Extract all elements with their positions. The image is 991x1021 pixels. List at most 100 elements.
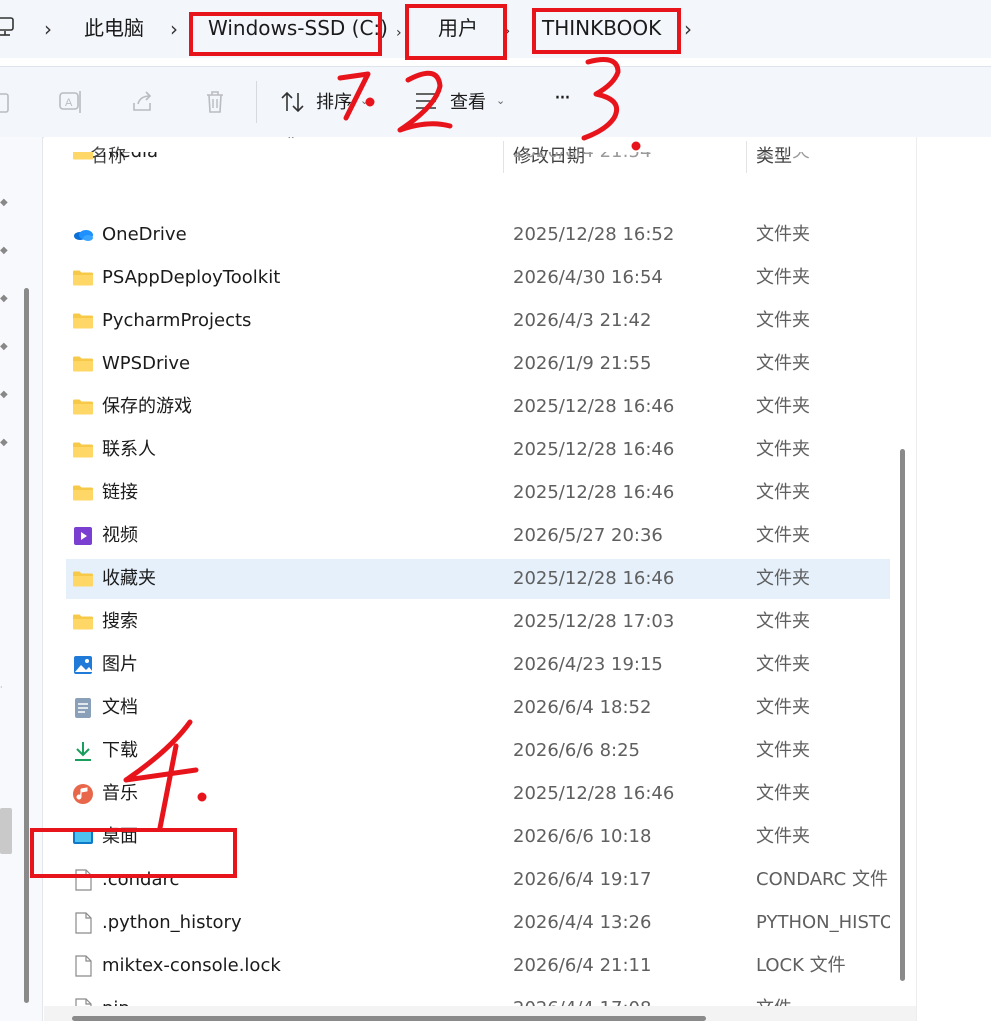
breadcrumb-this-pc[interactable]: 此电脑 [84,14,144,42]
chevron-down-icon[interactable]: ⌄ [496,94,505,107]
file-row[interactable]: media 2026/6/4 21:54 文件夹 [66,152,890,174]
vertical-scrollbar[interactable] [900,449,905,981]
file-type: 文件夹 [756,267,810,288]
folder-icon [72,611,94,633]
file-type: 文件夹 [756,568,810,589]
pin-icon[interactable]: ◆ [0,341,10,352]
file-name: OneDrive [102,224,187,245]
toolbar-separator [256,81,257,123]
rename-icon[interactable]: A [58,89,84,115]
file-type: PYTHON_HISTORY [756,912,890,933]
file-name: media [102,152,158,163]
share-icon[interactable] [130,89,156,115]
file-modified-date: 2025/12/28 16:52 [513,224,675,245]
annotation-box-thinkbook [532,8,681,54]
file-type: 文件夹 [756,152,890,163]
folder-icon [72,396,94,418]
annotation-box-users [405,4,507,60]
file-modified-date: 2026/6/4 21:11 [513,955,652,976]
view-icon[interactable] [414,89,440,115]
file-name: 收藏夹 [102,568,156,589]
file-modified-date: 2025/12/28 17:03 [513,611,675,632]
annotation-box-drive [189,12,382,56]
file-modified-date: 2025/12/28 16:46 [513,396,675,417]
onedrive-icon [72,224,94,246]
breadcrumb-chevron-icon[interactable]: › [396,19,402,47]
file-row[interactable]: 保存的游戏 2025/12/28 16:46 文件夹 [66,387,890,427]
file-modified-date: 2026/4/3 21:42 [513,310,652,331]
file-row[interactable]: 联系人 2025/12/28 16:46 文件夹 [66,430,890,470]
sort-ascending-icon: ⌃ [286,137,297,147]
file-row[interactable]: 音乐 2025/12/28 16:46 文件夹 [66,774,890,814]
folder-icon [72,439,94,461]
file-name: PSAppDeployToolkit [102,267,281,288]
file-row[interactable]: 收藏夹 2025/12/28 16:46 文件夹 [66,559,890,599]
file-row[interactable]: 下载 2026/6/6 8:25 文件夹 [66,731,890,771]
pin-icon[interactable]: · [0,683,10,693]
file-type: 文件夹 [756,740,810,761]
horizontal-scrollbar[interactable] [72,1016,706,1021]
file-type: 文件夹 [756,826,810,847]
file-row[interactable]: PycharmProjects 2026/4/3 21:42 文件夹 [66,301,890,341]
file-modified-date: 2026/4/23 19:15 [513,654,663,675]
pin-icon[interactable]: ◆ [0,245,10,256]
file-name: miktex-console.lock [102,955,281,976]
annotation-box-condarc [30,828,237,878]
pin-icon[interactable]: ◆ [0,197,10,208]
more-options-button[interactable]: ··· [554,87,571,111]
view-button[interactable]: 查看 [450,91,486,115]
file-name: WPSDrive [102,353,191,374]
file-row[interactable]: 图片 2026/4/23 19:15 文件夹 [66,645,890,685]
this-pc-icon[interactable] [0,16,18,38]
pin-icon[interactable]: ◆ [0,389,10,400]
music-icon [72,783,94,805]
pin-icon[interactable]: ◆ [0,293,10,304]
file-modified-date: 2025/12/28 16:46 [513,568,675,589]
file-row[interactable]: WPSDrive 2026/1/9 21:55 文件夹 [66,344,890,384]
file-modified-date: 2026/5/27 20:36 [513,525,663,546]
folder-icon [72,568,94,590]
file-modified-date: 2026/4/30 16:54 [513,267,663,288]
delete-icon[interactable] [202,89,228,115]
details-pane-edge [916,137,991,1021]
pictures-icon [72,654,94,676]
file-modified-date: 2025/12/28 16:46 [513,439,675,460]
file-modified-date: 2025/12/28 16:46 [513,783,675,804]
file-name: 搜索 [102,611,138,632]
file-modified-date: 2026/6/4 18:52 [513,697,652,718]
file-type: 文件夹 [756,783,810,804]
folder-icon [72,310,94,332]
file-row[interactable]: PSAppDeployToolkit 2026/4/30 16:54 文件夹 [66,258,890,298]
folder-icon [72,152,94,163]
file-type: 文件夹 [756,353,810,374]
file-modified-date: 2025/12/28 16:46 [513,482,675,503]
breadcrumb-chevron-icon[interactable]: › [684,15,692,43]
file-row[interactable]: 视频 2026/5/27 20:36 文件夹 [66,516,890,556]
file-type: 文件夹 [756,482,810,503]
file-type: 文件夹 [756,224,810,245]
command-bar: A 排序 ⌄ 查看 ⌄ ··· [0,66,991,138]
sort-button[interactable]: 排序 [316,91,352,115]
file-row[interactable]: 搜索 2025/12/28 17:03 文件夹 [66,602,890,642]
file-modified-date: 2026/1/9 21:55 [513,353,652,374]
file-row[interactable]: OneDrive 2025/12/28 16:52 文件夹 [66,215,890,255]
file-row[interactable]: .python_history 2026/4/4 13:26 PYTHON_HIST… [66,903,890,943]
file-name: 链接 [102,482,138,503]
breadcrumb-chevron-icon[interactable]: › [44,15,52,43]
file-row[interactable]: 文档 2026/6/4 18:52 文件夹 [66,688,890,728]
file-modified-date: 2026/4/4 13:26 [513,912,652,933]
file-row[interactable]: miktex-console.lock 2026/6/4 21:11 LOCK 文件 [66,946,890,986]
file-type: 文件夹 [756,654,810,675]
nav-pane-resize-handle[interactable] [0,808,12,854]
pin-icon[interactable]: ◆ [0,437,10,448]
file-icon [72,955,94,977]
file-row[interactable]: 链接 2025/12/28 16:46 文件夹 [66,473,890,513]
file-name: 联系人 [102,439,156,460]
file-name: PycharmProjects [102,310,252,331]
chevron-down-icon[interactable]: ⌄ [360,94,369,107]
breadcrumb-chevron-icon[interactable]: › [170,15,178,43]
file-name: 音乐 [102,783,138,804]
nav-pane-scrollbar[interactable] [24,288,29,1003]
paste-icon[interactable] [0,89,14,115]
sort-icon[interactable] [280,89,306,115]
